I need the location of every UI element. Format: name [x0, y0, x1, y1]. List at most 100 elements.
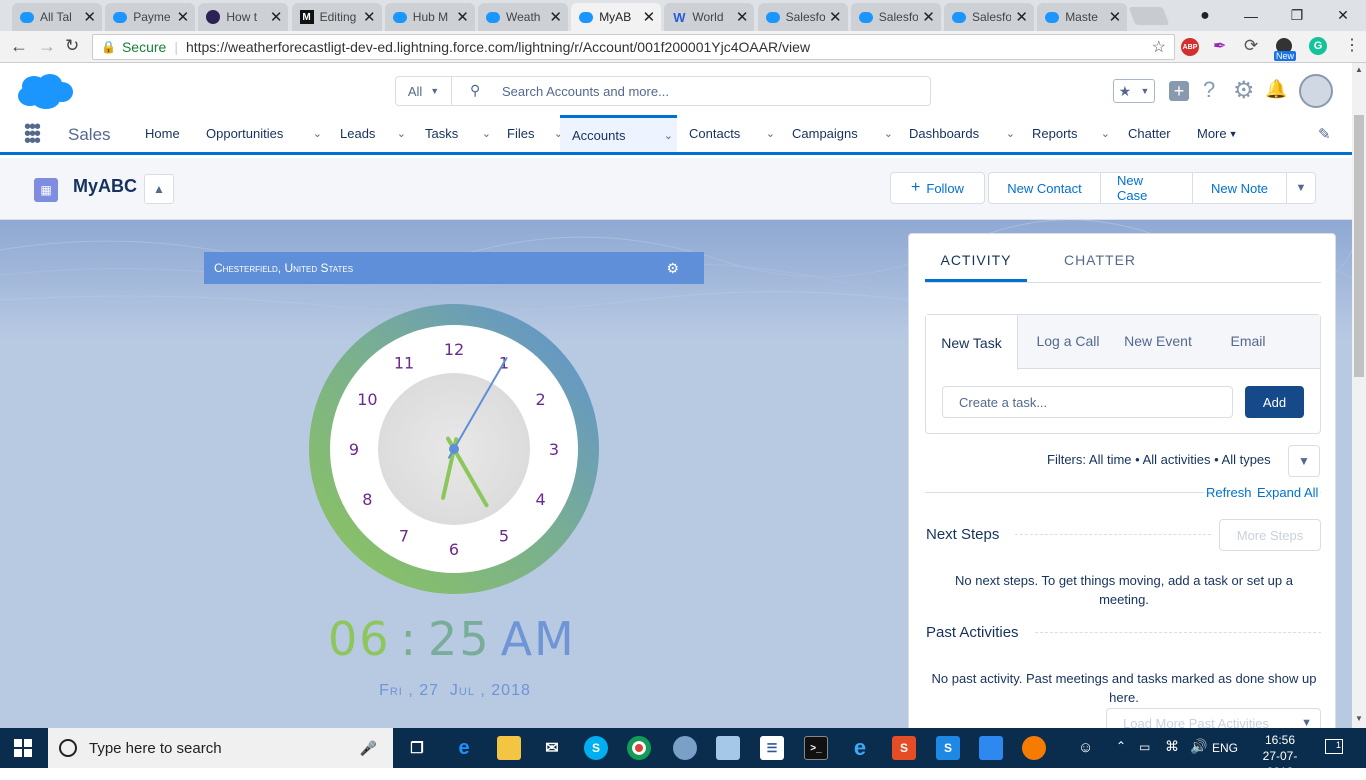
- taskbar-search-box[interactable]: Type here to search 🎤: [48, 728, 393, 768]
- user-avatar[interactable]: [1299, 74, 1333, 108]
- scroll-thumb[interactable]: [1354, 115, 1364, 377]
- windows-start-icon[interactable]: [14, 739, 32, 757]
- settings-gear-icon[interactable]: ⚙: [666, 260, 679, 277]
- volume-icon[interactable]: 🔊: [1190, 738, 1207, 755]
- show-hidden-icons[interactable]: ⌃: [1116, 739, 1126, 753]
- s-app-blue-icon[interactable]: S: [936, 736, 960, 760]
- close-tab-icon[interactable]: ✕: [1015, 8, 1028, 26]
- bookmark-star-icon[interactable]: ☆: [1152, 37, 1166, 57]
- help-icon[interactable]: ?: [1203, 77, 1215, 103]
- edge-icon[interactable]: e: [452, 736, 476, 760]
- close-tab-icon[interactable]: ✕: [1109, 8, 1122, 26]
- close-tab-icon[interactable]: ✕: [363, 8, 376, 26]
- browser-tab[interactable]: Payme ✕: [105, 3, 196, 31]
- back-icon[interactable]: ←: [10, 36, 28, 57]
- skype-icon[interactable]: S: [584, 736, 608, 760]
- internet-explorer-icon[interactable]: e: [848, 735, 872, 760]
- create-task-input[interactable]: Create a task...: [942, 386, 1233, 418]
- add-task-button[interactable]: Add: [1245, 386, 1304, 418]
- chevron-down-icon[interactable]: ⌄: [313, 127, 322, 140]
- nav-item-contacts[interactable]: Contacts ⌄: [689, 115, 779, 152]
- search-input[interactable]: Search Accounts and more...: [502, 84, 669, 99]
- notifications-bell-icon[interactable]: 🔔: [1265, 79, 1287, 100]
- browser-tab[interactable]: Maste ✕: [1037, 3, 1128, 31]
- tab-activity[interactable]: ACTIVITY: [925, 252, 1027, 282]
- microphone-icon[interactable]: 🎤: [360, 740, 377, 757]
- s-app-red-icon[interactable]: S: [892, 736, 916, 760]
- close-tab-icon[interactable]: ✕: [177, 8, 190, 26]
- remote-app-icon[interactable]: [979, 736, 1003, 760]
- minimize-button[interactable]: —: [1228, 8, 1274, 24]
- close-tab-icon[interactable]: ✕: [270, 8, 283, 26]
- browser-tab[interactable]: All Tal ✕: [12, 3, 102, 31]
- reload-icon[interactable]: ↻: [65, 36, 79, 56]
- tab-chatter[interactable]: CHATTER: [1049, 252, 1151, 282]
- feather-extension-icon[interactable]: ✒: [1213, 36, 1226, 56]
- subtab-email[interactable]: Email: [1202, 333, 1294, 349]
- hierarchy-button[interactable]: ▲: [144, 174, 174, 204]
- profile-icon[interactable]: ●: [1182, 7, 1228, 25]
- chevron-down-icon[interactable]: ⌄: [884, 127, 893, 140]
- chevron-down-icon[interactable]: ⌄: [664, 129, 673, 142]
- close-tab-icon[interactable]: ✕: [829, 8, 842, 26]
- nav-item-opportunities[interactable]: Opportunities ⌄: [206, 115, 326, 152]
- page-scrollbar[interactable]: ▲ ▼: [1352, 63, 1366, 728]
- file-explorer-icon[interactable]: [497, 736, 521, 760]
- sync-extension-icon[interactable]: ⟳: [1244, 36, 1258, 56]
- more-actions-button[interactable]: ▼: [1286, 172, 1316, 204]
- clock-tray[interactable]: 16:56 27-07-2018: [1250, 732, 1310, 780]
- nav-item-files[interactable]: Files ⌄: [507, 115, 567, 152]
- nav-item-campaigns[interactable]: Campaigns ⌄: [792, 115, 897, 152]
- browser-tab[interactable]: Hub M ✕: [384, 3, 475, 31]
- refresh-link[interactable]: Refresh: [1204, 485, 1254, 500]
- browser-tab[interactable]: MyAB ✕: [571, 3, 662, 31]
- language-indicator[interactable]: ENG: [1212, 741, 1238, 755]
- nav-item-more[interactable]: More ▼: [1197, 115, 1257, 152]
- chrome-menu-icon[interactable]: ⋮: [1344, 35, 1360, 55]
- follow-button[interactable]: + Follow: [890, 172, 985, 204]
- battery-icon[interactable]: ▭: [1139, 740, 1150, 754]
- chevron-down-icon[interactable]: ⌄: [1006, 127, 1015, 140]
- grammarly-icon[interactable]: G: [1309, 37, 1327, 55]
- network-icon[interactable]: ⌘: [1165, 738, 1179, 755]
- chevron-down-icon[interactable]: ⌄: [1101, 127, 1110, 140]
- global-actions-icon[interactable]: +: [1169, 81, 1189, 101]
- nav-item-reports[interactable]: Reports ⌄: [1032, 115, 1114, 152]
- more-steps-button[interactable]: More Steps: [1219, 519, 1321, 551]
- browser-tab[interactable]: Salesfo ✕: [944, 3, 1034, 31]
- chevron-down-icon[interactable]: ⌄: [397, 127, 406, 140]
- browser-tab[interactable]: Salesfo ✕: [757, 3, 848, 31]
- expand-all-link[interactable]: Expand All: [1255, 485, 1321, 500]
- setup-gear-icon[interactable]: ⚙: [1233, 76, 1255, 105]
- close-tab-icon[interactable]: ✕: [456, 8, 469, 26]
- action-center-icon[interactable]: 1: [1325, 739, 1343, 754]
- close-tab-icon[interactable]: ✕: [83, 8, 96, 26]
- favorites-button[interactable]: ★ ▼: [1113, 79, 1155, 103]
- people-icon[interactable]: ☺: [1078, 739, 1093, 756]
- browser-tab[interactable]: Salesfo ✕: [850, 3, 941, 31]
- orange-app-icon[interactable]: [1022, 736, 1046, 760]
- subtab-new-event[interactable]: New Event: [1112, 333, 1204, 349]
- new-note-button[interactable]: New Note: [1192, 172, 1287, 204]
- chrome-icon[interactable]: [627, 736, 651, 760]
- browser-tab[interactable]: M Editing ✕: [291, 3, 382, 31]
- restore-button[interactable]: ❐: [1274, 7, 1320, 24]
- nav-item-leads[interactable]: Leads ⌄: [340, 115, 410, 152]
- mail-icon[interactable]: ✉: [540, 736, 564, 760]
- chevron-down-icon[interactable]: ⌄: [482, 127, 491, 140]
- subtab-log-call[interactable]: Log a Call: [1022, 333, 1114, 349]
- nav-item-chatter[interactable]: Chatter: [1128, 115, 1183, 152]
- nav-item-dashboards[interactable]: Dashboards ⌄: [909, 115, 1019, 152]
- new-tab-button[interactable]: [1128, 7, 1170, 25]
- browser-tab[interactable]: How t ✕: [198, 3, 289, 31]
- terminal-icon[interactable]: >_: [804, 736, 828, 760]
- document-app-icon[interactable]: ☰: [760, 736, 784, 760]
- forward-icon[interactable]: →: [38, 36, 56, 57]
- scroll-down-arrow[interactable]: ▼: [1355, 714, 1363, 723]
- omnibox[interactable]: 🔒 Secure | https://weatherforecastligt-d…: [92, 34, 1175, 60]
- app-launcher-icon[interactable]: ••• ••• •••: [24, 117, 41, 151]
- nav-item-tasks[interactable]: Tasks ⌄: [425, 115, 495, 152]
- outlook-app-icon[interactable]: [673, 736, 697, 760]
- close-tab-icon[interactable]: ✕: [643, 8, 656, 26]
- filter-button[interactable]: ▼: [1288, 445, 1320, 477]
